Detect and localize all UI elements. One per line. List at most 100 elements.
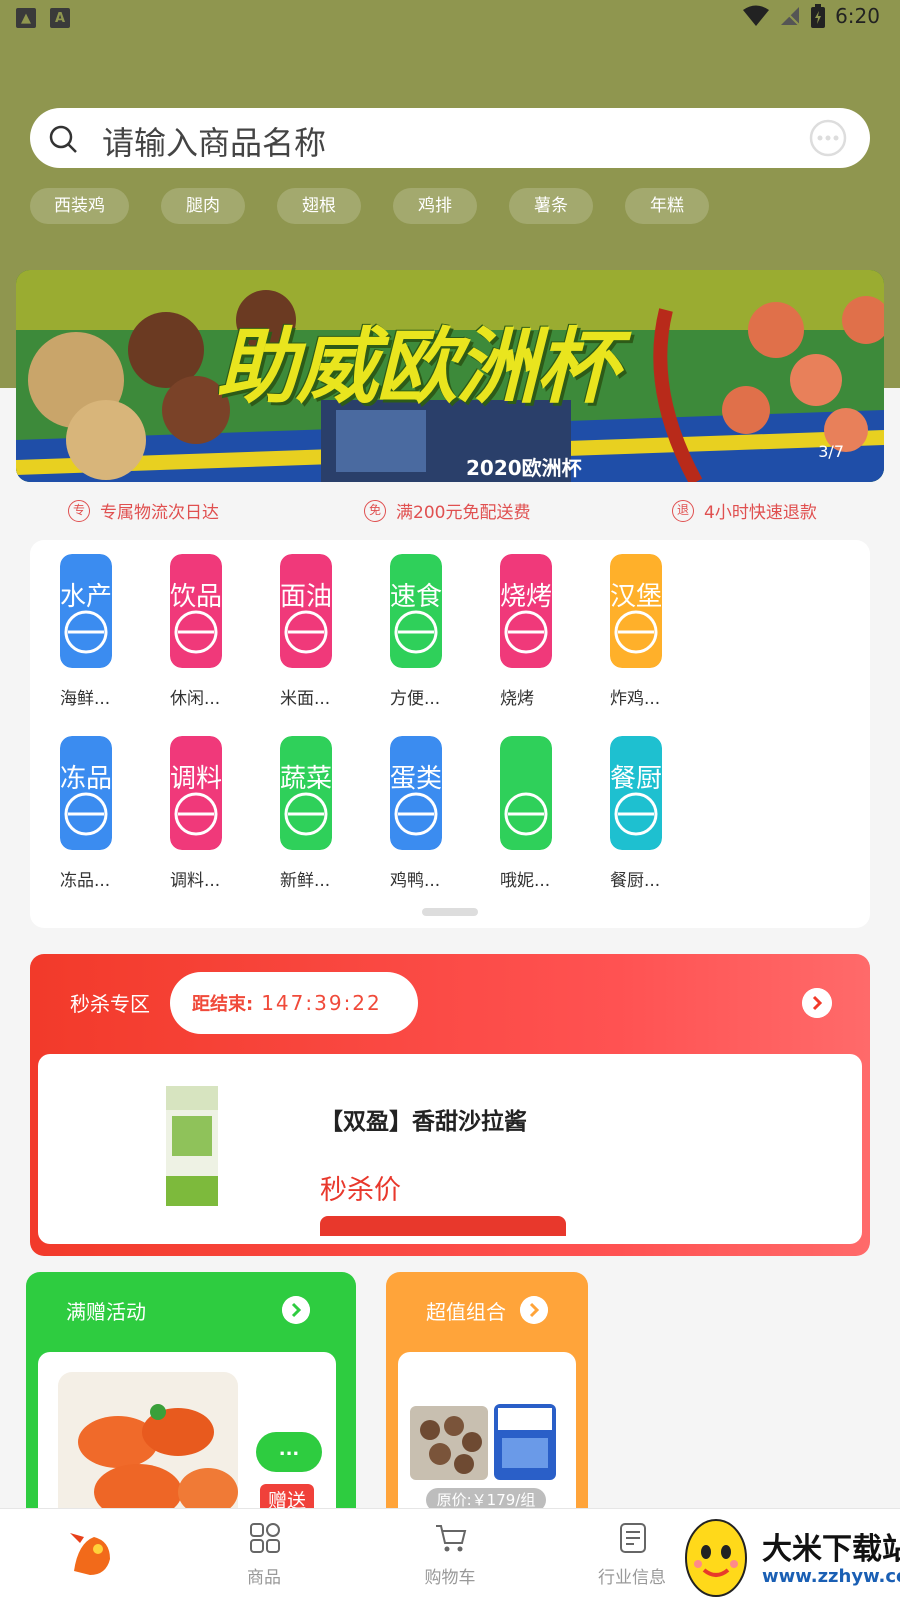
- meatballs-image: [410, 1406, 488, 1480]
- tab-label: 行业信息: [598, 1568, 666, 1588]
- chicken-wings-image: [58, 1372, 238, 1512]
- grill-icon: 烧烤: [500, 554, 552, 668]
- category-badge: 蛋类: [390, 764, 442, 794]
- site-watermark: 大米下载站 www.zzhyw.com: [680, 1508, 900, 1600]
- category-badge: 调料: [170, 764, 222, 794]
- combo-card[interactable]: 原价:￥179/组: [398, 1352, 576, 1512]
- category-item[interactable]: 调料调料...: [170, 736, 270, 896]
- category-label: 烧烤: [500, 689, 534, 709]
- broccoli-icon: 蔬菜: [280, 736, 332, 850]
- category-label: 哦妮...: [500, 871, 551, 891]
- hot-word-chip[interactable]: 年糕: [625, 188, 709, 224]
- gallery-notification-icon: ▲: [16, 8, 36, 28]
- noodle-bowl-icon: 速食: [390, 554, 442, 668]
- category-item[interactable]: 蛋类鸡鸭...: [390, 736, 490, 896]
- document-icon: [620, 1523, 646, 1553]
- hot-word-chip[interactable]: 鸡排: [393, 188, 477, 224]
- buy-button[interactable]: [320, 1216, 566, 1236]
- cutlery-icon: 餐厨: [610, 736, 662, 850]
- hot-word-chip[interactable]: 西装鸡: [30, 188, 129, 224]
- category-label: 餐厨...: [610, 871, 661, 891]
- tab-home[interactable]: [28, 1509, 148, 1600]
- full-gift-pill: ...: [256, 1432, 322, 1472]
- full-gift-title: 满赠活动: [66, 1300, 146, 1324]
- flash-price-label: 秒杀价: [320, 1175, 401, 1206]
- category-item[interactable]: 速食方便...: [390, 554, 490, 714]
- hot-word-chip[interactable]: 腿肉: [161, 188, 245, 224]
- message-icon[interactable]: [808, 118, 848, 158]
- search-placeholder: 请输入商品名称: [102, 124, 327, 162]
- hot-word-chip[interactable]: 薯条: [509, 188, 593, 224]
- category-item[interactable]: 蔬菜新鲜...: [280, 736, 380, 896]
- refund-icon: 退: [672, 499, 694, 522]
- feature-refund: 退 4小时快速退款: [672, 498, 817, 523]
- combo-arrow-icon[interactable]: [520, 1296, 548, 1324]
- category-label: 调料...: [170, 871, 221, 891]
- category-item[interactable]: 烧烤 烧烤: [500, 554, 600, 714]
- category-item[interactable]: 饮品 休闲...: [170, 554, 270, 714]
- category-badge: 汉堡: [610, 582, 662, 612]
- watermark-url: www.zzhyw.com: [762, 1566, 900, 1587]
- full-gift-promo[interactable]: 满赠活动 ... 赠送: [26, 1272, 356, 1512]
- flash-sale-more-arrow-icon[interactable]: [802, 988, 832, 1018]
- category-item[interactable]: 水产海鲜...: [60, 554, 160, 714]
- full-gift-arrow-icon[interactable]: [282, 1296, 310, 1324]
- feature-label: 专属物流次日达: [100, 503, 219, 523]
- category-badge: 速食: [390, 582, 442, 612]
- tab-industry-info[interactable]: 行业信息: [572, 1509, 692, 1600]
- shrimp-icon: 水产: [60, 554, 112, 668]
- bottles-icon: 调料: [170, 736, 222, 850]
- category-item[interactable]: 餐厨餐厨...: [610, 736, 710, 896]
- countdown-timer: 距结束: 147:39:22: [170, 972, 418, 1034]
- egg-icon: 蛋类: [390, 736, 442, 850]
- food-icon: [500, 736, 552, 850]
- hotpot-pack-image: [494, 1404, 556, 1480]
- category-item[interactable]: 面油米面...: [280, 554, 380, 714]
- hot-word-chip[interactable]: 翅根: [277, 188, 361, 224]
- flash-sale-product[interactable]: 【双盈】香甜沙拉酱 秒杀价: [38, 1054, 862, 1244]
- full-gift-card[interactable]: ... 赠送: [38, 1352, 336, 1512]
- feature-free-shipping: 免 满200元免配送费: [364, 498, 530, 523]
- category-label: 冻品...: [60, 871, 111, 891]
- egg-mascot-icon: [685, 1519, 747, 1597]
- service-features: 专 专属物流次日达 免 满200元免配送费 退 4小时快速退款: [0, 498, 900, 526]
- feature-delivery: 专 专属物流次日达: [68, 498, 219, 523]
- category-badge: 面油: [280, 582, 332, 612]
- countdown-label: 距结束:: [192, 994, 254, 1015]
- flash-sale-section: 秒杀专区 距结束: 147:39:22 【双盈】香甜沙拉酱 秒杀价: [30, 954, 870, 1256]
- a-notification-icon: A: [50, 8, 70, 28]
- category-label: 方便...: [390, 689, 441, 709]
- product-name: 【双盈】香甜沙拉酱: [320, 1109, 527, 1135]
- grid-icon: [250, 1523, 280, 1553]
- category-label: 米面...: [280, 689, 331, 709]
- category-item[interactable]: 哦妮...: [500, 736, 600, 896]
- feature-label: 满200元免配送费: [396, 503, 531, 523]
- category-item[interactable]: 汉堡炸鸡...: [610, 554, 710, 714]
- banner-title: 助威欧洲杯: [216, 320, 618, 415]
- delivery-icon: 专: [68, 499, 90, 522]
- tab-cart[interactable]: 购物车: [390, 1509, 510, 1600]
- combo-title: 超值组合: [426, 1300, 506, 1324]
- signal-icon: [780, 6, 800, 26]
- search-input[interactable]: 请输入商品名称: [30, 108, 870, 168]
- combo-promo[interactable]: 超值组合 原价:￥179/组: [386, 1272, 588, 1512]
- product-image: [166, 1086, 218, 1206]
- category-label: 炸鸡...: [610, 689, 661, 709]
- countdown-value: 147:39:22: [261, 991, 382, 1015]
- burger-icon: 汉堡: [610, 554, 662, 668]
- free-icon: 免: [364, 499, 386, 522]
- flash-sale-title: 秒杀专区: [70, 992, 150, 1016]
- mascot-logo-icon: [60, 1523, 124, 1587]
- tab-products[interactable]: 商品: [204, 1509, 324, 1600]
- scroll-indicator: [422, 908, 478, 916]
- category-item[interactable]: 冻品 冻品...: [60, 736, 160, 896]
- promo-banner[interactable]: 助威欧洲杯 2020欧洲杯 3/7: [16, 270, 884, 482]
- category-badge: 水产: [60, 582, 112, 612]
- category-label: 新鲜...: [280, 871, 331, 891]
- category-label: 鸡鸭...: [390, 871, 441, 891]
- category-badge: 烧烤: [500, 582, 552, 612]
- hot-words: 西装鸡 腿肉 翅根 鸡排 薯条 年糕: [30, 188, 709, 224]
- category-label: 海鲜...: [60, 689, 111, 709]
- category-label: 休闲...: [170, 689, 221, 709]
- banner-subtitle: 2020欧洲杯: [466, 456, 582, 480]
